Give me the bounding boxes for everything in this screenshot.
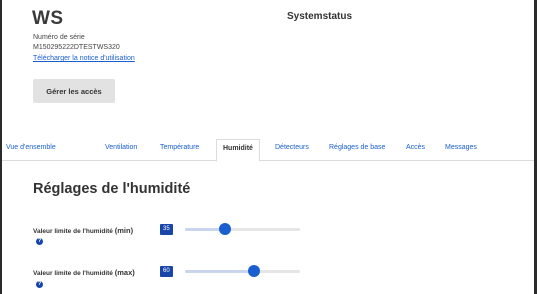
humidity-min-value-badge: 35 bbox=[160, 224, 173, 235]
tab-detectors[interactable]: Détecteurs bbox=[275, 144, 309, 151]
device-title: WS bbox=[32, 8, 64, 29]
humidity-max-slider-fill bbox=[185, 270, 254, 273]
humidity-min-qualifier: (min) bbox=[114, 226, 134, 235]
tab-overview[interactable]: Vue d'ensemble bbox=[6, 144, 56, 151]
tab-temperature[interactable]: Température bbox=[160, 144, 199, 151]
humidity-max-slider-thumb[interactable] bbox=[248, 265, 260, 277]
humidity-min-slider-track[interactable] bbox=[185, 228, 300, 231]
humidity-settings-title: Réglages de l'humidité bbox=[33, 181, 191, 197]
tab-ventilation[interactable]: Ventilation bbox=[105, 144, 137, 151]
humidity-min-label: Valeur limite de l'humidité (min) bbox=[33, 226, 133, 235]
serial-number-label: Numéro de série bbox=[33, 34, 85, 41]
manage-access-button[interactable]: Gérer les accès bbox=[33, 79, 115, 103]
tab-bar: Vue d'ensemble Ventilation Température H… bbox=[2, 139, 534, 162]
humidity-min-help-icon[interactable]: ? bbox=[36, 238, 43, 245]
humidity-min-slider-thumb[interactable] bbox=[219, 223, 232, 235]
tab-messages[interactable]: Messages bbox=[445, 144, 477, 151]
humidity-min-label-text: Valeur limite de l'humidité bbox=[33, 228, 113, 235]
humidity-max-value-badge: 60 bbox=[160, 266, 173, 277]
download-manual-link[interactable]: Télécharger la notice d'utilisation bbox=[33, 55, 135, 62]
tab-basic-settings[interactable]: Réglages de base bbox=[329, 144, 385, 151]
humidity-max-label: Valeur limite de l'humidité (max) bbox=[33, 268, 135, 277]
system-status-heading: Systemstatus bbox=[287, 11, 353, 22]
settings-page: WS Systemstatus Numéro de série M1502952… bbox=[0, 0, 537, 294]
humidity-max-help-icon[interactable]: ? bbox=[36, 281, 43, 288]
tab-access[interactable]: Accès bbox=[406, 144, 425, 151]
humidity-max-slider-track[interactable] bbox=[185, 270, 300, 273]
serial-number-value: M150295222DTESTWS320 bbox=[33, 44, 120, 51]
humidity-max-qualifier: (max) bbox=[114, 268, 135, 277]
humidity-max-label-text: Valeur limite de l'humidité bbox=[33, 270, 113, 277]
tab-humidity[interactable]: Humidité bbox=[216, 139, 260, 162]
